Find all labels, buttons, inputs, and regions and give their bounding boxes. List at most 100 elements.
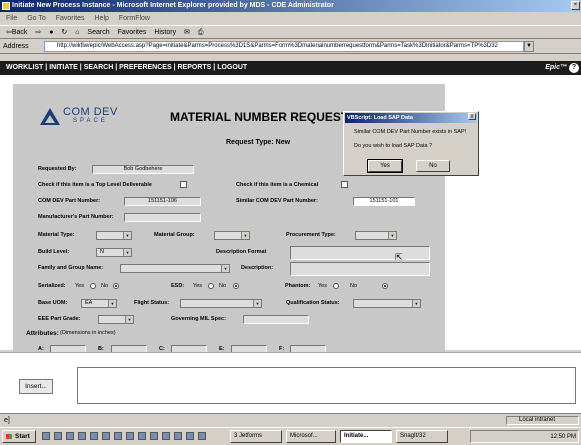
quicklaunch-icon-4[interactable] (78, 432, 86, 440)
similar-pn-field[interactable]: 151151-101 (353, 197, 415, 206)
eee-grade-select[interactable] (98, 315, 134, 324)
nav-initiate[interactable]: INITIATE (49, 64, 78, 71)
procurement-type-select[interactable] (355, 231, 397, 240)
material-type-select[interactable] (96, 231, 132, 240)
attributes-note: (Dimensions in inches) (60, 330, 116, 336)
esd-no-label: No (219, 283, 227, 289)
esd-no-radio[interactable] (233, 283, 239, 289)
phantom-label: Phantom: (285, 283, 311, 289)
attributes-label: Attributes: (26, 330, 59, 337)
forward-button[interactable]: ⇨ (35, 29, 41, 36)
quicklaunch-icon-2[interactable] (54, 432, 62, 440)
nav-search[interactable]: SEARCH (84, 64, 114, 71)
quicklaunch-icon-1[interactable] (42, 432, 50, 440)
esd-yes-radio[interactable] (208, 283, 214, 289)
stop-icon[interactable]: ● (49, 29, 53, 36)
ie-icon (2, 2, 10, 10)
qualification-status-select[interactable] (353, 299, 421, 308)
quicklaunch-icon-3[interactable] (66, 432, 74, 440)
menu-goto[interactable]: Go To (27, 15, 46, 22)
description-format-field[interactable] (290, 246, 430, 260)
chemical-checkbox[interactable] (341, 181, 348, 188)
serialized-label: Serialized: (38, 283, 66, 289)
top-level-checkbox[interactable] (180, 181, 187, 188)
refresh-icon[interactable]: ↻ (61, 29, 67, 36)
quicklaunch-icon-12[interactable] (174, 432, 182, 440)
nav-reports[interactable]: REPORTS (178, 64, 212, 71)
base-uom-label: Base UOM: (38, 300, 68, 306)
phantom-yes-radio[interactable] (333, 283, 339, 289)
quicklaunch-icon-13[interactable] (186, 432, 194, 440)
task-initiate[interactable]: Initiate... (340, 430, 392, 443)
nav-worklist[interactable]: WORKLIST (6, 64, 43, 71)
nav-logout[interactable]: LOGOUT (217, 64, 247, 71)
window-title: Initiate New Process Instance - Microsof… (0, 0, 581, 12)
family-group-select[interactable] (120, 264, 230, 273)
task-snagit[interactable]: SnagIt/32 (396, 430, 448, 443)
serialized-yes-radio[interactable] (90, 283, 96, 289)
dialog-yes-button[interactable]: Yes (367, 159, 403, 173)
phantom-no-radio[interactable] (382, 283, 388, 289)
dialog-no-button[interactable]: No (416, 160, 450, 172)
windows-taskbar: Start 3 Jetforms Microsof... Initiate...… (0, 427, 581, 445)
windows-logo-icon (6, 434, 12, 439)
phantom-no-label: No (350, 283, 358, 289)
family-group-label: Family and Group Name: (38, 265, 104, 271)
status-bar: e] (0, 413, 581, 427)
description-field[interactable] (290, 262, 430, 276)
build-level-select[interactable]: N (96, 248, 132, 257)
chemical-label: Check if this item is a Chemical (236, 182, 319, 188)
attachment-list[interactable] (77, 367, 576, 404)
nav-preferences[interactable]: PREFERENCES (119, 64, 172, 71)
menu-favorites[interactable]: Favorites (56, 15, 85, 22)
mfr-pn-field[interactable] (124, 213, 201, 222)
home-icon[interactable]: ⌂ (75, 29, 79, 36)
quicklaunch-icon-7[interactable] (114, 432, 122, 440)
flight-status-label: Flight Status: (134, 300, 170, 306)
requested-by-field[interactable]: Bob Godbehere (92, 165, 194, 174)
serialized-no-radio[interactable] (113, 283, 119, 289)
insert-button[interactable]: Insert... (19, 379, 53, 394)
quicklaunch-icon-6[interactable] (102, 432, 110, 440)
window-close-icon[interactable]: × (571, 1, 580, 10)
flight-status-select[interactable] (180, 299, 262, 308)
address-input[interactable]: http://wikfiw/epic/WebAccess.asp?Page=in… (44, 41, 524, 52)
comdev-pn-label: COM DEV Part Number: (38, 198, 101, 204)
governing-spec-field[interactable] (243, 315, 309, 324)
address-label: Address (3, 43, 29, 50)
quicklaunch-icon-9[interactable] (138, 432, 146, 440)
back-button[interactable]: ⇦Back (6, 29, 27, 36)
quicklaunch-icon-14[interactable] (198, 432, 206, 440)
epic-brand: Epic™ (545, 64, 567, 71)
mail-icon[interactable]: ✉ (184, 29, 190, 36)
address-dropdown-icon[interactable]: ▼ (524, 41, 534, 52)
comdev-pn-field[interactable]: 151151-106 (124, 197, 201, 206)
history-button[interactable]: History (154, 29, 176, 36)
dialog-close-icon[interactable]: X (468, 113, 476, 120)
material-group-select[interactable] (214, 231, 250, 240)
search-button[interactable]: Search (87, 29, 109, 36)
serialized-no-label: No (101, 283, 109, 289)
start-label: Start (15, 433, 30, 440)
base-uom-select[interactable]: EA (81, 299, 117, 308)
print-icon[interactable]: ⎙ (198, 29, 204, 36)
material-type-label: Material Type: (38, 232, 75, 238)
menu-help[interactable]: Help (95, 15, 109, 22)
quicklaunch-icon-5[interactable] (90, 432, 98, 440)
menu-file[interactable]: File (6, 15, 17, 22)
menu-formflow[interactable]: FormFlow (119, 15, 150, 22)
start-button[interactable]: Start (2, 430, 36, 443)
help-icon[interactable]: ? (569, 63, 579, 73)
quicklaunch-icon-8[interactable] (126, 432, 134, 440)
menu-bar: File Go To Favorites Help FormFlow (0, 12, 581, 25)
serialized-yes-label: Yes (75, 283, 84, 289)
quicklaunch-icon-10[interactable] (150, 432, 158, 440)
favorites-button[interactable]: Favorites (118, 29, 147, 36)
requested-by-label: Requested By: (38, 166, 77, 172)
task-jetforms[interactable]: 3 Jetforms (230, 430, 282, 443)
mfr-pn-label: Manufacturer's Part Number: (38, 214, 114, 220)
quicklaunch-icon-11[interactable] (162, 432, 170, 440)
task-microsoft[interactable]: Microsof... (286, 430, 336, 443)
esd-yes-label: Yes (193, 283, 202, 289)
eee-grade-label: EEE Part Grade: (38, 316, 81, 322)
